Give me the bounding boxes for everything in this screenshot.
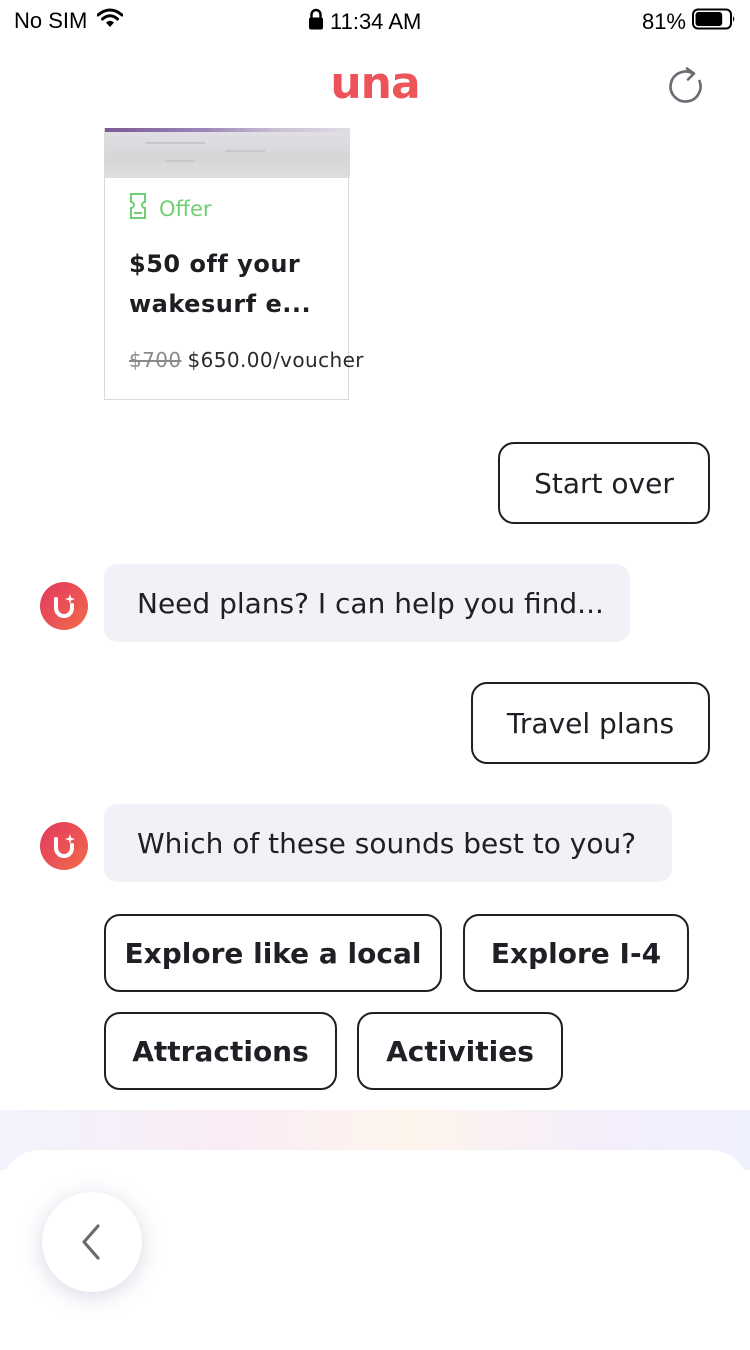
option-explore-i-4[interactable]: Explore I-4: [463, 914, 689, 992]
clock: 11:34 AM: [330, 9, 422, 34]
una-avatar-icon: [54, 594, 75, 618]
chevron-left-icon: [82, 1224, 100, 1260]
carrier-label: No SIM: [14, 8, 88, 33]
option-explore-like-a-local[interactable]: Explore like a local: [104, 914, 442, 992]
battery-icon: [692, 8, 736, 36]
option-attractions[interactable]: Attractions: [104, 1012, 337, 1090]
bot-message: Need plans? I can help you find...: [104, 564, 630, 642]
offer-title: $50 off your wakesurf e...: [129, 250, 312, 318]
back-button[interactable]: [42, 1192, 142, 1292]
offer-image: [105, 128, 350, 178]
discounted-price: $650.00/voucher: [187, 348, 364, 372]
bot-message: Which of these sounds best to you?: [104, 804, 672, 882]
bot-avatar: [40, 582, 88, 630]
option-activities[interactable]: Activities: [357, 1012, 563, 1090]
status-left: No SIM: [14, 8, 124, 34]
wifi-icon: [96, 8, 124, 34]
refresh-icon: [669, 67, 702, 103]
lock-icon: [308, 8, 324, 36]
ticket-icon: [129, 192, 147, 225]
una-logo: una: [0, 58, 750, 110]
offer-tag-label: Offer: [159, 196, 212, 221]
travel-plans-chip[interactable]: Travel plans: [471, 682, 710, 764]
una-avatar-icon: [54, 834, 75, 858]
app-header: una: [0, 40, 750, 130]
status-center: 11:34 AM: [308, 8, 421, 36]
offer-card[interactable]: Offer $50 off your wakesurf e... $700 $65…: [104, 128, 363, 400]
status-right: 81%: [642, 8, 736, 36]
original-price: $700: [129, 348, 182, 372]
start-over-chip[interactable]: Start over: [498, 442, 710, 524]
refresh-button[interactable]: [664, 64, 708, 108]
offer-price: $700 $650.00/voucher: [129, 348, 364, 372]
offer-tag: Offer: [129, 192, 212, 225]
status-bar: No SIM 11:34 AM 81%: [0, 0, 750, 40]
battery-percent: 81%: [641, 9, 686, 34]
bot-avatar: [40, 822, 88, 870]
